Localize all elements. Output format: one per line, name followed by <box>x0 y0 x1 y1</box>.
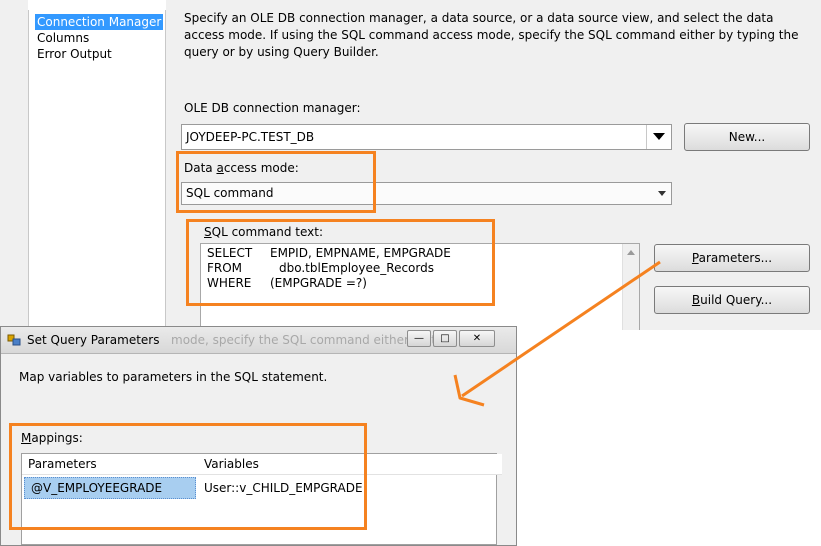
annotation-arrow-icon <box>453 260 661 407</box>
